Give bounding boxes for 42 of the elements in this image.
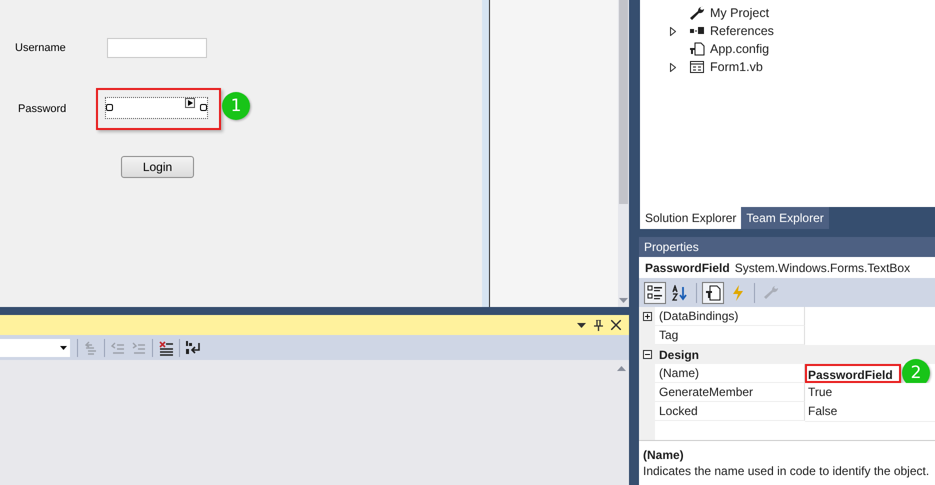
description-title: (Name) xyxy=(643,447,685,463)
pin-icon[interactable] xyxy=(594,320,603,330)
expand-icon[interactable] xyxy=(670,62,676,72)
panel-tab[interactable]: Solution Explorer xyxy=(640,207,742,229)
tree-item[interactable]: References xyxy=(640,22,935,40)
scrollbar[interactable] xyxy=(618,0,629,307)
field-label: Username xyxy=(15,42,67,54)
clear-all-icon[interactable] xyxy=(158,340,174,356)
category-label[interactable]: Design xyxy=(655,348,700,362)
property-value[interactable]: True xyxy=(805,385,836,399)
expander-icon[interactable] xyxy=(642,312,652,321)
tree-item[interactable]: Form1.vb xyxy=(640,58,935,76)
properties-button[interactable] xyxy=(702,282,724,304)
text-box[interactable] xyxy=(105,97,208,119)
property-value[interactable]: False xyxy=(805,404,840,418)
wrench-icon xyxy=(689,6,705,20)
tree-item[interactable]: My Project xyxy=(640,4,935,22)
tree-item[interactable]: App.config xyxy=(640,40,935,58)
word-wrap-icon[interactable] xyxy=(185,340,201,356)
scroll-down-icon[interactable] xyxy=(619,298,628,303)
property-name[interactable]: Locked xyxy=(655,402,805,421)
description-text: Indicates the name used in code to identify the object. xyxy=(643,463,930,479)
list-icon xyxy=(647,284,663,300)
callout-badge: 1 xyxy=(222,92,250,120)
panel-tab[interactable]: Team Explorer xyxy=(741,207,829,229)
page-icon xyxy=(705,284,721,300)
panel-title: Properties xyxy=(639,237,935,257)
dropdown-icon xyxy=(60,346,67,350)
wrench-icon xyxy=(763,284,779,300)
expander-icon[interactable] xyxy=(642,350,652,359)
close-icon[interactable] xyxy=(611,320,621,330)
categorized-button[interactable] xyxy=(644,282,666,304)
login-button[interactable]: Login xyxy=(121,156,194,178)
sort-icon xyxy=(672,284,688,300)
field-label: Password xyxy=(18,103,68,115)
expand-icon[interactable] xyxy=(670,26,676,36)
config-file-icon xyxy=(689,42,705,56)
lightning-icon xyxy=(730,284,746,300)
property-value[interactable]: PasswordField xyxy=(805,364,901,382)
form-icon xyxy=(689,60,705,74)
scroll-up-icon[interactable] xyxy=(617,366,626,371)
dropdown-icon[interactable] xyxy=(577,322,586,328)
